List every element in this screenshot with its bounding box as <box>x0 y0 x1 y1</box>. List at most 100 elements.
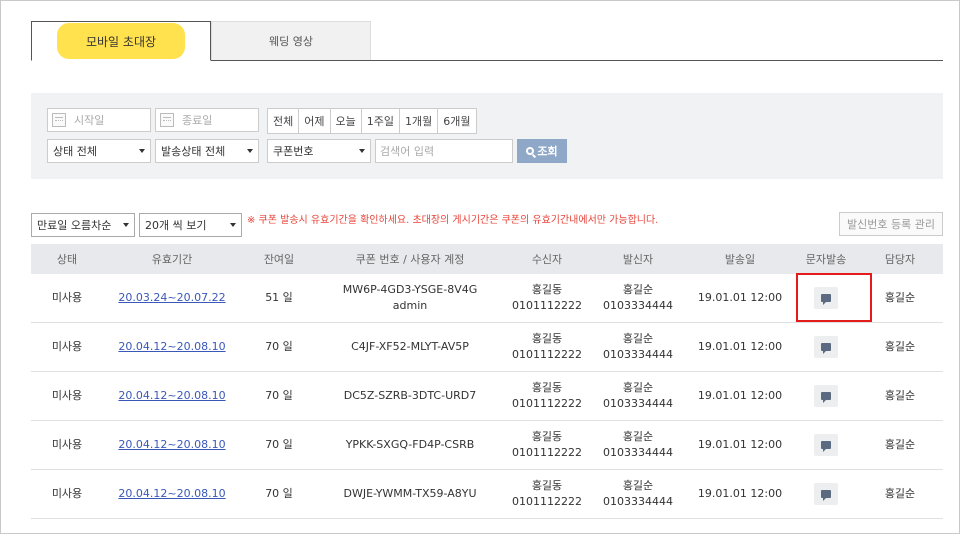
row-period-link[interactable]: 20.04.12~20.08.10 <box>103 339 241 355</box>
search-type-select-value: 쿠폰번호 <box>273 145 314 158</box>
row-receiver-phone: 0101112222 <box>512 397 582 410</box>
highlight-box <box>796 273 872 322</box>
row-days: 70 일 <box>265 438 293 451</box>
sms-send-button[interactable] <box>814 434 838 456</box>
row-receiver: 홍길동 0101112222 <box>503 478 591 510</box>
status-select-value: 상태 전체 <box>53 145 97 158</box>
range-today-button[interactable]: 오늘 <box>329 108 362 134</box>
row-sender-phone: 0103334444 <box>603 397 673 410</box>
row-send-date: 19.01.01 12:00 <box>697 487 783 500</box>
tab-bar: 모바일 초대장 웨딩 영상 <box>31 21 943 61</box>
range-yesterday-button[interactable]: 어제 <box>298 108 331 134</box>
start-date-placeholder: 시작일 <box>74 114 105 127</box>
col-manager: 담당자 <box>884 253 916 266</box>
row-receiver: 홍길동 0101112222 <box>503 331 591 363</box>
sort-select[interactable]: 만료일 오름차순 <box>31 213 135 237</box>
row-receiver-name: 홍길동 <box>531 283 563 296</box>
row-receiver-name: 홍길동 <box>531 479 563 492</box>
row-days: 70 일 <box>265 389 293 402</box>
page-size-select[interactable]: 20개 씩 보기 <box>139 213 242 237</box>
keyword-input[interactable]: 검색어 입력 <box>375 139 513 163</box>
row-manager: 홍길순 <box>884 389 916 402</box>
row-coupon-number: C4JF-XF52-MLYT-AV5P <box>351 340 469 353</box>
send-status-select-value: 발송상태 전체 <box>161 145 226 158</box>
row-receiver-phone: 0101112222 <box>512 348 582 361</box>
search-button[interactable]: 조회 <box>517 139 567 163</box>
row-coupon-number: YPKK-SXGQ-FD4P-CSRB <box>345 438 475 451</box>
col-days: 잔여일 <box>263 253 295 266</box>
row-send-date: 19.01.01 12:00 <box>697 291 783 304</box>
notice-text: ※ 쿠폰 발송시 유효기간을 확인하세요. 초대장의 게시기간은 쿠폰의 유효기… <box>247 215 659 226</box>
chevron-down-icon <box>123 223 129 227</box>
table-row: 미사용 20.04.12~20.08.10 70 일 C4JF-XF52-MLY… <box>31 323 943 372</box>
date-range-buttons: 전체 어제 오늘 1주일 1개월 6개월 <box>267 108 477 134</box>
page: 모바일 초대장 웨딩 영상 시작일 종료일 전체 어제 오늘 1주일 1개월 6… <box>0 0 960 534</box>
row-sender-name: 홍길순 <box>622 430 654 443</box>
col-send-date: 발송일 <box>724 253 756 266</box>
sms-send-button[interactable] <box>814 336 838 358</box>
row-coupon: DWJE-YWMM-TX59-A8YU <box>317 486 503 502</box>
sms-send-button[interactable] <box>814 385 838 407</box>
row-status: 미사용 <box>51 487 83 500</box>
row-period-link[interactable]: 20.04.12~20.08.10 <box>103 486 241 502</box>
table-row: 미사용 20.04.12~20.08.10 70 일 DC5Z-SZRB-3DT… <box>31 372 943 421</box>
row-period-link[interactable]: 20.04.12~20.08.10 <box>103 437 241 453</box>
row-sms-cell <box>795 483 857 505</box>
row-status: 미사용 <box>51 438 83 451</box>
calendar-icon <box>52 113 66 127</box>
table-row: 미사용 20.04.12~20.08.10 70 일 DWJE-YWMM-TX5… <box>31 470 943 519</box>
row-sender: 홍길순 0103334444 <box>591 282 685 314</box>
chevron-down-icon <box>230 223 236 227</box>
range-all-button[interactable]: 전체 <box>267 108 300 134</box>
search-filter-panel: 시작일 종료일 전체 어제 오늘 1주일 1개월 6개월 상태 전체 발송상태 … <box>31 93 943 179</box>
row-coupon: YPKK-SXGQ-FD4P-CSRB <box>317 437 503 453</box>
row-receiver-name: 홍길동 <box>531 430 563 443</box>
row-coupon: C4JF-XF52-MLYT-AV5P <box>317 339 503 355</box>
row-send-date: 19.01.01 12:00 <box>697 389 783 402</box>
tab-mobile-invitation[interactable]: 모바일 초대장 <box>31 21 211 61</box>
row-receiver-phone: 0101112222 <box>512 495 582 508</box>
col-sender: 발신자 <box>622 253 654 266</box>
col-status: 상태 <box>56 253 78 266</box>
send-status-select[interactable]: 발송상태 전체 <box>155 139 259 163</box>
row-period-link[interactable]: 20.04.12~20.08.10 <box>103 388 241 404</box>
keyword-placeholder: 검색어 입력 <box>380 145 435 158</box>
row-sender-name: 홍길순 <box>622 479 654 492</box>
row-sender-name: 홍길순 <box>622 332 654 345</box>
row-status: 미사용 <box>51 291 83 304</box>
row-sender-phone: 0103334444 <box>603 348 673 361</box>
chevron-down-icon <box>247 149 253 153</box>
row-receiver: 홍길동 0101112222 <box>503 429 591 461</box>
row-status: 미사용 <box>51 340 83 353</box>
row-sender: 홍길순 0103334444 <box>591 478 685 510</box>
sender-number-register-button[interactable]: 발신번호 등록 관리 <box>839 212 943 236</box>
row-manager: 홍길순 <box>884 487 916 500</box>
row-receiver-name: 홍길동 <box>531 381 563 394</box>
row-days: 70 일 <box>265 340 293 353</box>
search-button-label: 조회 <box>537 145 558 158</box>
message-icon <box>821 441 831 452</box>
row-send-date: 19.01.01 12:00 <box>697 340 783 353</box>
sms-send-button[interactable] <box>814 483 838 505</box>
row-sender-phone: 0103334444 <box>603 446 673 459</box>
range-month-button[interactable]: 1개월 <box>399 108 439 134</box>
row-send-date: 19.01.01 12:00 <box>697 438 783 451</box>
row-user-account: admin <box>392 299 428 312</box>
calendar-icon <box>160 113 174 127</box>
row-sms-cell <box>795 336 857 358</box>
search-icon <box>526 147 535 155</box>
col-coupon: 쿠폰 번호 / 사용자 계정 <box>355 253 465 266</box>
row-sender: 홍길순 0103334444 <box>591 380 685 412</box>
end-date-input[interactable]: 종료일 <box>155 108 259 132</box>
row-days: 70 일 <box>265 487 293 500</box>
status-select[interactable]: 상태 전체 <box>47 139 151 163</box>
row-coupon-number: DC5Z-SZRB-3DTC-URD7 <box>343 389 477 402</box>
start-date-input[interactable]: 시작일 <box>47 108 151 132</box>
tab-label: 모바일 초대장 <box>57 23 185 59</box>
range-6month-button[interactable]: 6개월 <box>437 108 477 134</box>
search-type-select[interactable]: 쿠폰번호 <box>267 139 371 163</box>
range-week-button[interactable]: 1주일 <box>360 108 400 134</box>
tab-wedding-video[interactable]: 웨딩 영상 <box>211 21 371 60</box>
chevron-down-icon <box>139 149 145 153</box>
row-period-link[interactable]: 20.03.24~20.07.22 <box>103 290 241 306</box>
